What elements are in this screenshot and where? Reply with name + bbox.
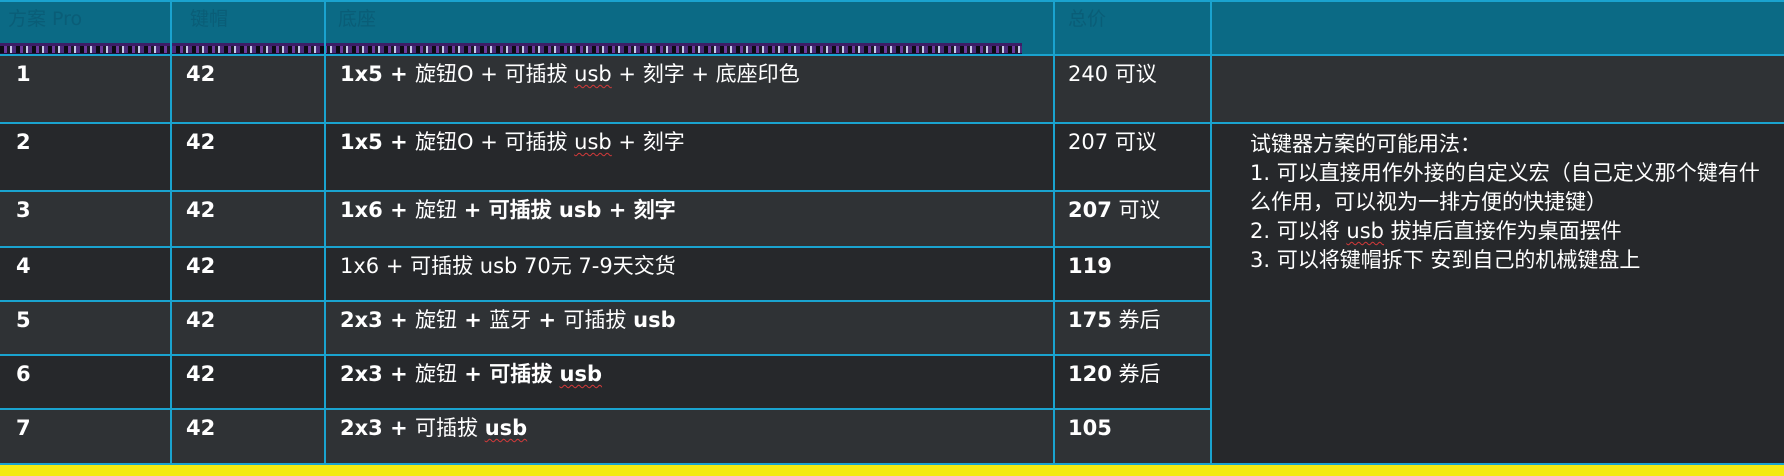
table-row-7-bg [0, 410, 1212, 463]
cell-price[interactable]: 207 可议 [1068, 196, 1161, 224]
notes-line-2: 2. 可以将 usb 拔掉后直接作为桌面摆件 [1250, 219, 1622, 243]
cell-no[interactable]: 7 [16, 414, 31, 442]
notes-top-cell [1212, 56, 1784, 122]
cell-no[interactable]: 4 [16, 252, 31, 280]
header-keycaps: 键帽 [190, 8, 229, 30]
notes-line-3: 3. 可以将键帽拆下 安到自己的机械键盘上 [1250, 248, 1641, 272]
cell-description[interactable]: 2x3 + 旋钮 + 蓝牙 + 可插拔 usb [340, 306, 676, 334]
cell-price[interactable]: 120 券后 [1068, 360, 1161, 388]
cell-price[interactable]: 119 [1068, 252, 1112, 280]
header-total: 总价 [1068, 8, 1107, 30]
cell-keycaps[interactable]: 42 [186, 252, 215, 280]
cell-keycaps[interactable]: 42 [186, 128, 215, 156]
cell-no[interactable]: 2 [16, 128, 31, 156]
usage-notes[interactable]: 试键器方案的可能用法： 1. 可以直接用作外接的自定义宏（自己定义那个键有什么作… [1250, 130, 1770, 275]
cell-no[interactable]: 6 [16, 360, 31, 388]
cell-keycaps[interactable]: 42 [186, 360, 215, 388]
notes-line-1: 1. 可以直接用作外接的自定义宏（自己定义那个键有什么作用，可以视为一排方便的快… [1250, 161, 1760, 214]
cell-price[interactable]: 240 可议 [1068, 60, 1157, 88]
cell-no[interactable]: 1 [16, 60, 31, 88]
spreadsheet: 方案 Pro 键帽 底座 总价 1 42 1x5 + 旋钮O + 可插拔 usb… [0, 0, 1784, 463]
cell-keycaps[interactable]: 42 [186, 414, 215, 442]
cell-price[interactable]: 175 券后 [1068, 306, 1161, 334]
table-row-6-bg [0, 356, 1212, 408]
cell-description[interactable]: 1x6 + 可插拔 usb 70元 7-9天交货 [340, 252, 676, 280]
cell-keycaps[interactable]: 42 [186, 60, 215, 88]
bottom-highlight-bar [0, 463, 1784, 476]
cell-description[interactable]: 2x3 + 可插拔 usb [340, 414, 527, 442]
cell-description[interactable]: 1x6 + 旋钮 + 可插拔 usb + 刻字 [340, 196, 676, 224]
cell-price[interactable]: 105 [1068, 414, 1112, 442]
cell-keycaps[interactable]: 42 [186, 306, 215, 334]
cell-price[interactable]: 207 可议 [1068, 128, 1157, 156]
cell-description[interactable]: 1x5 + 旋钮O + 可插拔 usb + 刻字 [340, 128, 685, 156]
cell-description[interactable]: 1x5 + 旋钮O + 可插拔 usb + 刻字 + 底座印色 [340, 60, 800, 88]
cell-description[interactable]: 2x3 + 旋钮 + 可插拔 usb [340, 360, 602, 388]
cell-no[interactable]: 3 [16, 196, 31, 224]
header-base: 底座 [338, 8, 377, 30]
header-plan: 方案 Pro [8, 8, 83, 30]
cell-keycaps[interactable]: 42 [186, 196, 215, 224]
cell-no[interactable]: 5 [16, 306, 31, 334]
notes-title: 试键器方案的可能用法： [1250, 132, 1481, 156]
